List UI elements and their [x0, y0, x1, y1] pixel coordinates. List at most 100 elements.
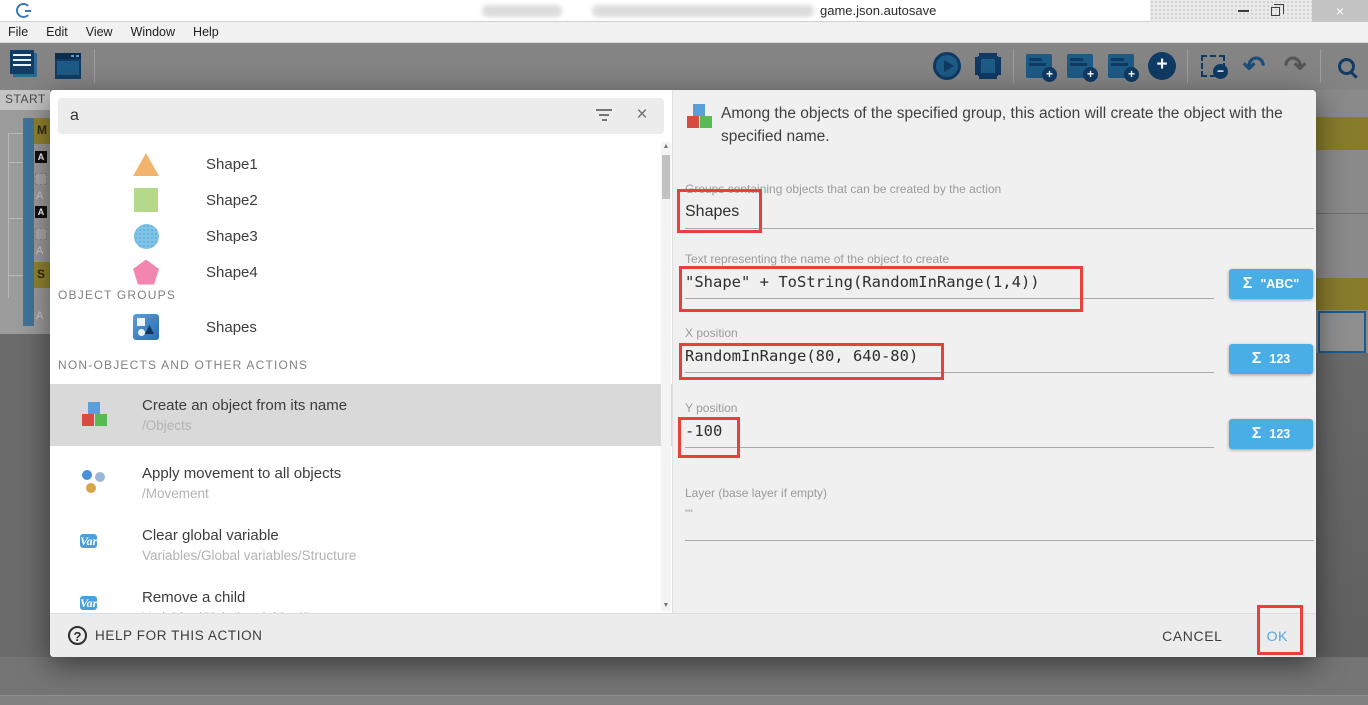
grey-a-label: A [36, 310, 43, 322]
title-bar: game.json.autosave × [0, 0, 1368, 22]
action-item-create-object[interactable]: Create an object from its name /Objects [50, 384, 672, 446]
background-tab-start: START [0, 90, 50, 110]
expression-builder-123-button-y[interactable]: Σ 123 [1229, 419, 1313, 449]
expression-builder-123-button-x[interactable]: Σ 123 [1229, 344, 1313, 374]
list-scrollbar[interactable]: ▲ ▼ [661, 142, 671, 611]
background-right-strip [1316, 90, 1368, 657]
action-description: Among the objects of the specified group… [685, 102, 1305, 148]
search-icon[interactable] [1330, 49, 1362, 83]
object-item-shape4[interactable]: Shape4 [50, 254, 664, 290]
event-condition-bar [23, 118, 34, 326]
grey-a-label: A [36, 190, 43, 202]
square-shape-icon [133, 187, 159, 213]
add-subevent-icon[interactable]: + [1064, 49, 1096, 83]
toolbar-separator [94, 49, 95, 83]
annotation-box-object-name [679, 266, 1083, 312]
redo-icon[interactable]: ↷ [1279, 49, 1311, 83]
close-window-button[interactable]: × [1312, 0, 1368, 22]
object-item-shape1[interactable]: Shape1 [50, 146, 664, 182]
y-position-expression[interactable]: -100 [685, 422, 1214, 440]
window-title: game.json.autosave [820, 3, 936, 18]
menu-help[interactable]: Help [184, 23, 228, 41]
toolbar-separator [1320, 49, 1321, 83]
debug-icon[interactable] [972, 49, 1004, 83]
background-dark-area [0, 334, 50, 657]
event-dashed-icon [35, 173, 47, 185]
field-layer: Layer (base layer if empty) "" [685, 486, 1314, 541]
dialog-footer: ? HELP FOR THIS ACTION CANCEL OK [50, 613, 1316, 657]
redacted-path-segment [592, 5, 814, 17]
other-actions-header: NON-OBJECTS AND OTHER ACTIONS [58, 358, 308, 372]
object-group-icon [133, 314, 159, 340]
gdevelop-logo-icon [16, 3, 31, 18]
object-item-shape3[interactable]: Shape3 [50, 218, 664, 254]
play-icon[interactable] [931, 49, 963, 83]
toolbar-separator [1187, 49, 1188, 83]
preview-window-icon[interactable] [52, 49, 84, 83]
background-bottom-area [0, 657, 1368, 705]
action-badge-a: A [35, 206, 47, 218]
scrollbar-thumb[interactable] [662, 155, 670, 199]
minimize-button[interactable] [1228, 0, 1258, 22]
grey-a-label: A [36, 245, 43, 257]
background-comment-row [1316, 278, 1368, 310]
instruction-list-panel: × Shape1 Shape2 Shape3 Shape4 OBJECT GRO… [50, 90, 672, 657]
add-comment-icon[interactable]: + [1105, 49, 1137, 83]
object-item-shape2[interactable]: Shape2 [50, 182, 664, 218]
circle-shape-icon [133, 223, 159, 249]
menu-edit[interactable]: Edit [37, 23, 77, 41]
undo-icon[interactable]: ↶ [1238, 49, 1270, 83]
variable-icon: Var [80, 530, 110, 560]
action-badge-a: A [35, 151, 47, 163]
layer-placeholder[interactable]: "" [685, 508, 1314, 520]
sigma-icon: Σ [1243, 275, 1253, 293]
filter-icon[interactable] [596, 109, 612, 123]
scroll-down-icon[interactable]: ▼ [661, 601, 671, 611]
event-dashed-icon [35, 228, 47, 240]
add-circle-icon[interactable]: + [1146, 49, 1178, 83]
project-manager-icon[interactable] [10, 49, 42, 83]
menu-file[interactable]: File [8, 23, 37, 41]
expression-builder-abc-button[interactable]: Σ "ABC" [1229, 269, 1313, 299]
field-groups: Groups containing objects that can be cr… [685, 182, 1314, 229]
scroll-up-icon[interactable]: ▲ [661, 142, 671, 152]
sigma-icon: Σ [1252, 350, 1262, 368]
group-item-shapes[interactable]: Shapes [50, 308, 664, 346]
annotation-box-x-position [679, 343, 944, 380]
action-item-apply-movement[interactable]: Apply movement to all objects /Movement [50, 452, 664, 514]
main-toolbar: + + + + − ↶ ↷ [0, 43, 1368, 90]
help-icon: ? [68, 626, 87, 645]
event-comment-s: S [34, 262, 50, 288]
toolbar-separator [1013, 49, 1014, 83]
sigma-icon: Σ [1252, 425, 1262, 443]
object-groups-header: OBJECT GROUPS [58, 288, 176, 302]
search-input[interactable] [70, 104, 550, 128]
groups-value[interactable]: Shapes [685, 203, 1314, 221]
help-for-action-button[interactable]: ? HELP FOR THIS ACTION [68, 626, 263, 645]
create-object-icon [80, 400, 110, 430]
close-dialog-icon[interactable]: × [630, 103, 654, 127]
event-comment-m: M [34, 118, 50, 144]
search-bar: × [58, 98, 664, 134]
delete-event-icon[interactable]: − [1197, 49, 1229, 83]
triangle-shape-icon [133, 151, 159, 177]
cancel-button[interactable]: CANCEL [1162, 628, 1222, 644]
add-event-icon[interactable]: + [1023, 49, 1055, 83]
menu-view[interactable]: View [77, 23, 122, 41]
menu-bar: File Edit View Window Help [0, 22, 1368, 43]
menu-window[interactable]: Window [122, 23, 184, 41]
tab-start-label: START [0, 92, 46, 106]
annotation-box-y-position [678, 417, 740, 458]
field-y-position: Y position -100 [685, 401, 1214, 448]
event-circle-icon [35, 293, 46, 304]
background-events-sheet: M A A A A S A [0, 110, 50, 334]
annotation-box-ok [1257, 605, 1303, 655]
pentagon-shape-icon [133, 259, 159, 285]
restore-button[interactable] [1260, 0, 1290, 22]
create-object-icon [685, 102, 711, 132]
annotation-box-groups [677, 189, 762, 233]
redacted-title-segment [482, 5, 562, 17]
movement-icon [80, 468, 110, 498]
app-window: game.json.autosave × File Edit View Wind… [0, 0, 1368, 705]
action-item-clear-global-variable[interactable]: Var Clear global variable Variables/Glob… [50, 514, 664, 576]
